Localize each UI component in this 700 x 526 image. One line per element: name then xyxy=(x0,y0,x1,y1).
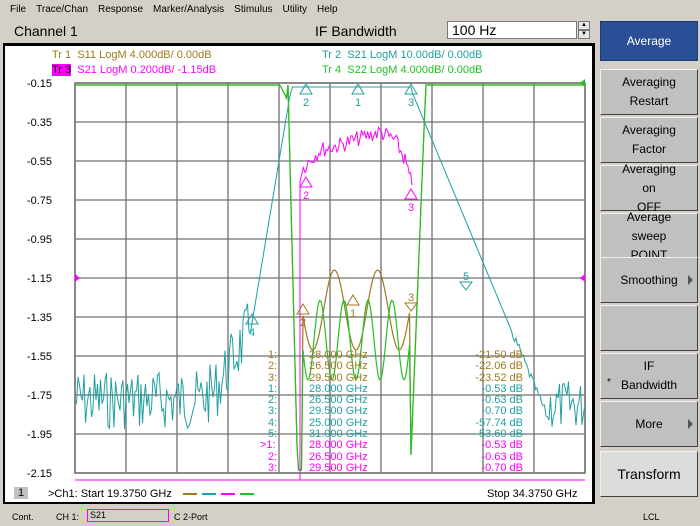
marker-frequency: 28.000 GHz xyxy=(309,439,368,452)
y-tick-label: -0.35 xyxy=(27,117,52,129)
softkey-more-8[interactable]: More xyxy=(600,401,698,447)
y-tick-label: -1.15 xyxy=(27,273,52,285)
active-parameter[interactable]: S21 xyxy=(87,509,169,522)
marker-tr2-2-label: 2 xyxy=(303,97,309,109)
submenu-arrow-icon xyxy=(688,419,693,429)
start-frequency[interactable]: >Ch1: Start 19.3750 GHz xyxy=(48,488,172,500)
softkey-label: Average xyxy=(626,33,672,48)
softkey-label: Averaging xyxy=(622,123,676,137)
marker-frequency: 29.500 GHz xyxy=(309,461,368,474)
marker-tr2-5-icon xyxy=(459,281,473,291)
softkey-label: sweep xyxy=(631,228,667,243)
softkey-smoothing-5[interactable]: Smoothing xyxy=(600,257,698,303)
softkey-blank-6[interactable] xyxy=(600,305,698,351)
softkey-label: Smoothing xyxy=(620,272,678,287)
calibration-status: C 2-Port xyxy=(174,512,208,522)
y-tick-label: -1.35 xyxy=(27,312,52,324)
marker-tr2-4-label: 4 xyxy=(249,327,255,339)
y-tick-label: -0.95 xyxy=(27,234,52,246)
softkey-label: Average xyxy=(626,209,672,224)
softkey-label: on xyxy=(642,180,656,195)
trace-color-legend xyxy=(183,493,254,495)
trace-4-id: Tr 4 xyxy=(322,64,342,76)
marker-tr3-3-icon xyxy=(404,188,418,200)
trace-4-text: S22 LogM 4.000dB/ 0.00dB xyxy=(347,64,483,76)
marker-tr1-2-icon xyxy=(296,303,310,315)
y-tick-label: -0.15 xyxy=(27,78,52,90)
softkey-label: Bandwidth xyxy=(620,378,678,392)
marker-tr2-1-icon xyxy=(351,83,365,95)
status-bar: Cont. CH 1: S21 C 2-Port LCL xyxy=(0,507,700,526)
marker-tr1-1-icon xyxy=(346,294,360,306)
channel-label: CH 1: xyxy=(56,512,80,522)
marker-tr2-1-label: 1 xyxy=(355,97,361,109)
marker-frequency: 26.500 GHz xyxy=(309,360,368,373)
marker-tr1-2-label: 2 xyxy=(300,317,306,329)
y-tick-label: -1.55 xyxy=(27,351,52,363)
marker-tr2-3-label: 3 xyxy=(408,97,414,109)
channel-number: 1 xyxy=(14,487,29,499)
trace-1-text: S11 LogM 4.000dB/ 0.00dB xyxy=(77,49,212,61)
softkey-label: IF xyxy=(643,359,655,373)
trace-3-text: S21 LogM 0.200dB/ -1.15dB xyxy=(77,64,217,76)
y-tick-label: -1.95 xyxy=(27,429,52,441)
trace-3-id: Tr 3 xyxy=(52,64,72,76)
marker-value: -0.70 dB xyxy=(481,461,523,474)
y-tick-label: -2.15 xyxy=(27,468,52,480)
softkey-averaging-2[interactable]: Averaging Factor xyxy=(600,117,698,163)
trace-1-id: Tr 1 xyxy=(52,49,72,61)
y-tick-label: -0.55 xyxy=(27,156,52,168)
softkey-label: Restart xyxy=(629,94,669,108)
marker-tr1-3-label: 3 xyxy=(408,292,414,304)
stop-frequency[interactable]: Stop 34.3750 GHz xyxy=(487,488,578,500)
marker-tr2-2-icon xyxy=(299,83,313,95)
marker-tr3-2-label: 2 xyxy=(303,190,309,202)
trace-2-text: S21 LogM 10.00dB/ 0.00dB xyxy=(347,49,483,61)
softkey-label: Averaging xyxy=(622,75,676,89)
reference-marker-right-icon xyxy=(580,274,585,282)
trace4-ref-marker-icon xyxy=(580,79,585,87)
marker-id: 3: xyxy=(268,461,278,474)
trace-2-id: Tr 2 xyxy=(322,49,342,61)
softkey-if-7[interactable]: IF Bandwidth * xyxy=(600,353,698,399)
marker-id: 2: xyxy=(268,360,278,373)
softkey-label: More xyxy=(635,416,663,431)
softkey-averaging-3[interactable]: Averaging on OFF xyxy=(600,162,698,214)
softkey-averaging-1[interactable]: Averaging Restart xyxy=(600,69,698,115)
marker-tr1-3-icon xyxy=(404,302,418,312)
sweep-mode: Cont. xyxy=(12,512,34,522)
marker-value: -0.53 dB xyxy=(481,439,523,452)
marker-tr3-3-label: 3 xyxy=(408,202,414,214)
trace-4-header[interactable]: Tr 4 S22 LogM 4.000dB/ 0.00dB xyxy=(322,64,482,76)
marker-tr3-2-icon xyxy=(299,176,313,188)
reference-marker-left-icon xyxy=(75,274,80,282)
softkey-average-4[interactable]: Average sweep POINT xyxy=(600,210,698,262)
softkey-label: Factor xyxy=(631,142,666,156)
marker-tr1-1-label: 1 xyxy=(350,308,356,320)
softkey-average-0[interactable]: Average xyxy=(600,21,698,61)
marker-id: >1: xyxy=(260,439,276,452)
marker-tr2-5-label: 5 xyxy=(463,271,469,283)
y-tick-label: -0.75 xyxy=(27,195,52,207)
remote-status: LCL xyxy=(643,512,660,522)
marker-value: -22.06 dB xyxy=(475,360,523,373)
star-indicator: * xyxy=(607,377,611,388)
trace-2-header[interactable]: Tr 2 S21 LogM 10.00dB/ 0.00dB xyxy=(322,49,482,61)
softkey-panel: Average Averaging Restart Averaging Factor Av… xyxy=(598,19,700,507)
submenu-arrow-icon xyxy=(688,275,693,285)
trace-1-header[interactable]: Tr 1 S11 LogM 4.000dB/ 0.00dB xyxy=(52,49,212,61)
trace-3-header[interactable]: Tr 3 S21 LogM 0.200dB/ -1.15dB xyxy=(52,64,216,76)
softkey-label: Transform xyxy=(617,465,681,482)
softkey-transform-9[interactable]: Transform xyxy=(600,451,698,497)
softkey-label: Averaging xyxy=(622,161,676,176)
y-tick-label: -1.75 xyxy=(27,390,52,402)
